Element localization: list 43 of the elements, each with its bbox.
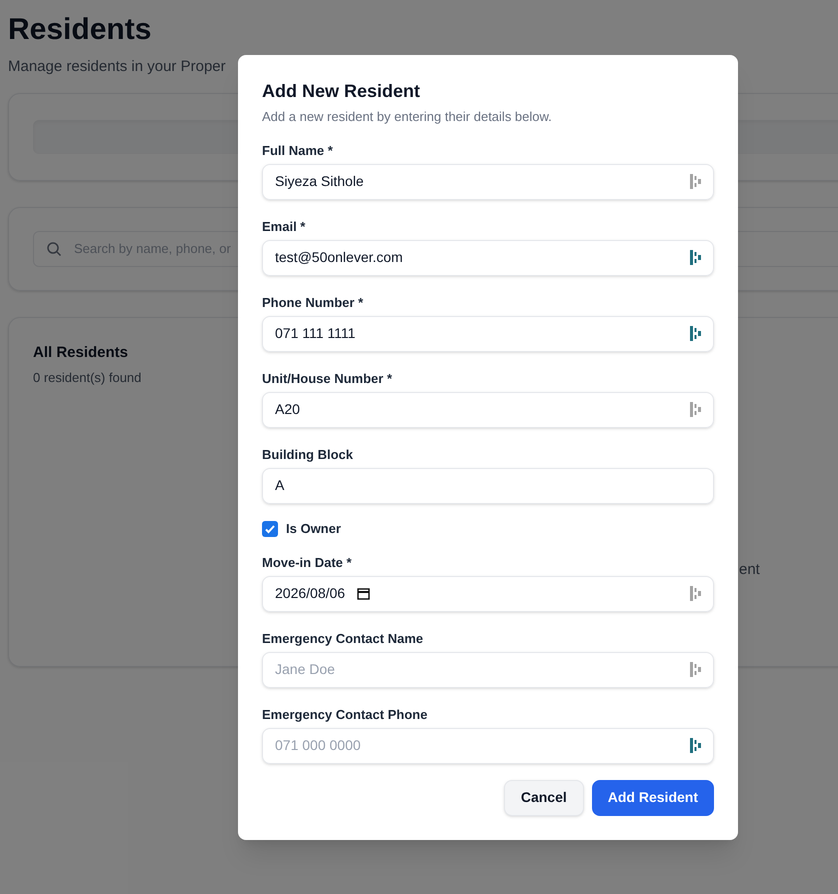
autofill-icon[interactable] <box>690 662 701 677</box>
field-label: Building Block <box>262 446 353 464</box>
input-field[interactable]: A20 <box>262 392 714 428</box>
result-count: 0 resident(s) found <box>33 369 142 387</box>
checkmark-icon <box>264 522 276 534</box>
input-field[interactable]: A <box>262 468 714 504</box>
field-label: Full Name * <box>262 142 333 160</box>
field-value: 071 111 1111 <box>275 324 356 343</box>
field-value: test@50onlever.com <box>275 248 403 267</box>
calendar-icon[interactable] <box>357 587 370 600</box>
field-placeholder: Jane Doe <box>275 660 335 679</box>
field-label: Unit/House Number * <box>262 370 392 388</box>
add-button[interactable]: Add Resident <box>592 780 714 816</box>
autofill-icon[interactable] <box>690 586 701 601</box>
autofill-icon[interactable] <box>690 326 701 341</box>
field-label: Move-in Date * <box>262 554 352 572</box>
empty-message: ent <box>739 560 760 580</box>
autofill-icon[interactable] <box>690 738 701 753</box>
field-value: Siyeza Sithole <box>275 172 364 191</box>
field-value: A <box>275 476 284 495</box>
dialog-description: Add a new resident by entering their details below. <box>262 108 553 126</box>
field-placeholder: 071 000 0000 <box>275 736 361 755</box>
list-title: All Residents <box>33 342 128 362</box>
search-icon <box>46 240 62 256</box>
owner-checkbox[interactable] <box>262 520 278 536</box>
page-subtitle: Manage residents in your Proper <box>8 57 226 77</box>
cancel-button[interactable]: Cancel <box>504 780 584 816</box>
input-field[interactable]: Siyeza Sithole <box>262 164 714 200</box>
field-value: A20 <box>275 400 300 419</box>
autofill-icon[interactable] <box>690 174 701 189</box>
input-field[interactable]: 071 111 1111 <box>262 316 714 352</box>
autofill-icon[interactable] <box>690 250 701 265</box>
autofill-icon[interactable] <box>690 402 701 417</box>
page-title: Residents <box>8 12 152 48</box>
dialog-title: Add New Resident <box>262 80 422 103</box>
checkbox-label: Is Owner <box>286 520 341 538</box>
field-label: Emergency Contact Name <box>262 630 424 648</box>
field-label: Phone Number * <box>262 294 364 312</box>
field-label: Email * <box>262 218 306 236</box>
field-label: Emergency Contact Phone <box>262 706 428 724</box>
field-value: 2026/08/06 <box>275 584 346 603</box>
input-field[interactable]: test@50onlever.com <box>262 240 714 276</box>
date-field[interactable]: 2026/08/06 <box>262 576 714 612</box>
